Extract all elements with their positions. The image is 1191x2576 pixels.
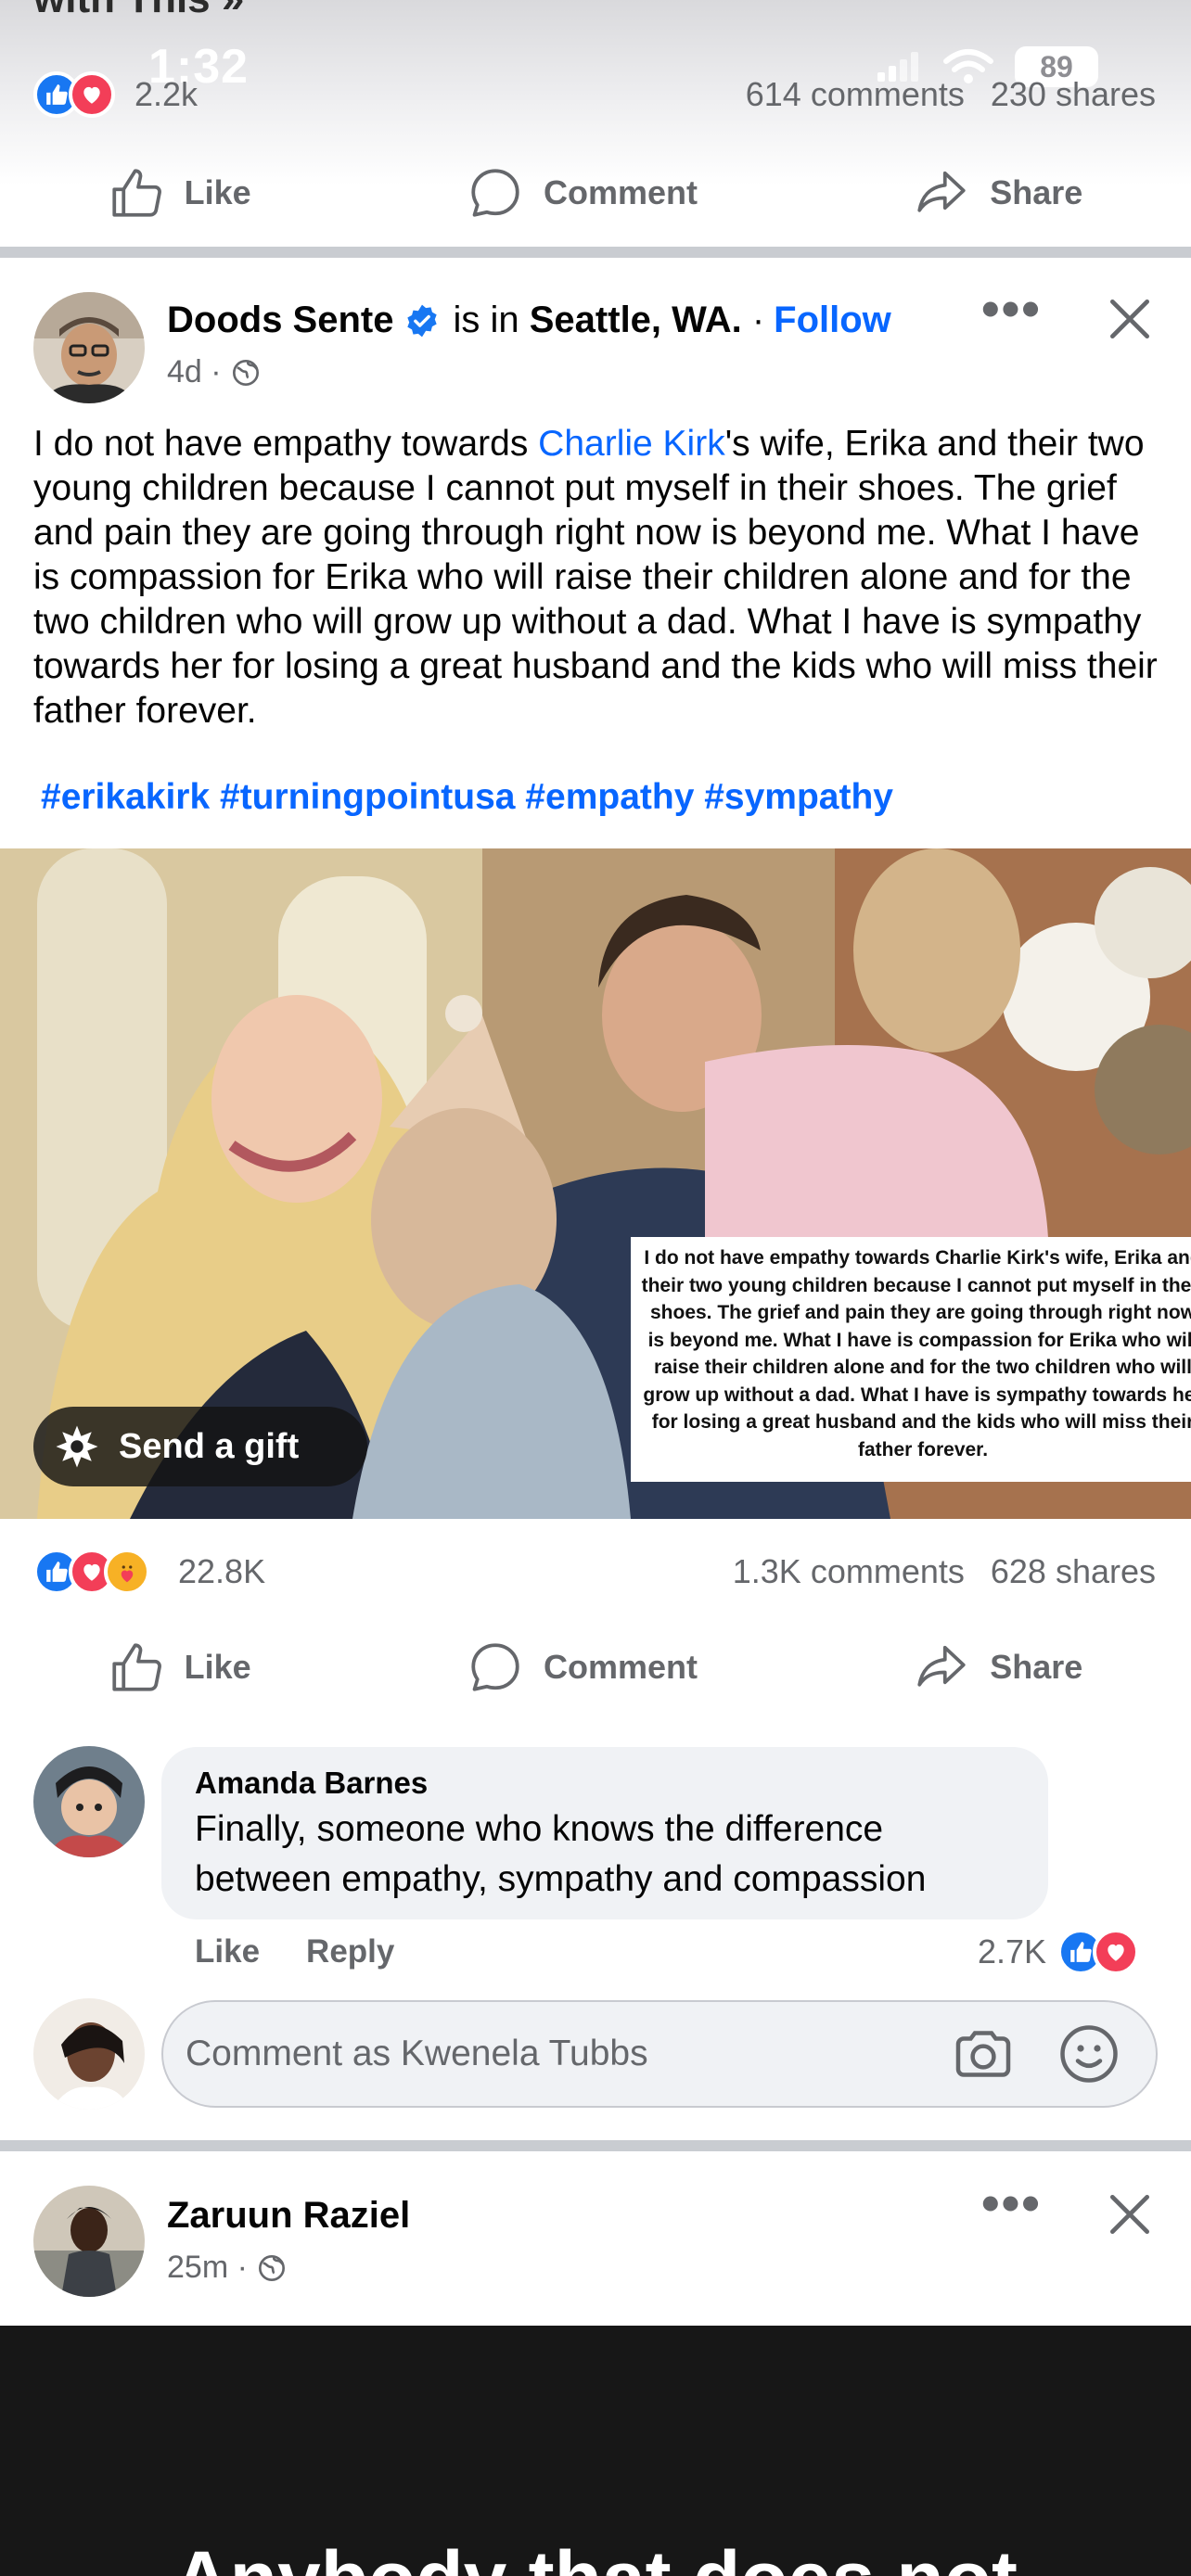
post-meta: 4d · bbox=[167, 354, 261, 390]
comment-text: Finally, someone who knows the differenc… bbox=[195, 1809, 927, 1899]
comments-count[interactable]: 1.3K comments bbox=[733, 1552, 965, 1591]
comment-label: Comment bbox=[543, 1648, 698, 1686]
post-stats: 22.8K 1.3K comments 628 shares bbox=[0, 1544, 1191, 1600]
author-name[interactable]: Doods Sente bbox=[167, 300, 393, 341]
commenter-avatar[interactable] bbox=[33, 1746, 145, 1857]
more-icon: ••• bbox=[981, 279, 1042, 338]
verified-badge-icon bbox=[407, 304, 438, 337]
share-button[interactable]: Share bbox=[914, 1639, 1082, 1695]
follow-button[interactable]: Follow bbox=[774, 300, 891, 341]
next-post-video[interactable]: Anybody that does not bbox=[0, 2326, 1191, 2576]
post-text-intro: I do not have empathy towards bbox=[33, 424, 539, 464]
post-separator bbox=[0, 247, 1191, 258]
comment-like-button[interactable]: Like bbox=[195, 1933, 260, 1970]
gift-icon bbox=[56, 1425, 98, 1468]
previous-post-title-fragment: with This » bbox=[33, 0, 244, 22]
globe-icon bbox=[232, 359, 259, 386]
share-icon bbox=[917, 171, 966, 212]
post-time[interactable]: 4d · bbox=[167, 354, 222, 390]
post-action-bar: Like Comment Share bbox=[0, 1623, 1191, 1712]
sticker-icon[interactable] bbox=[1056, 2021, 1122, 2087]
send-gift-label: Send a gift bbox=[119, 1426, 300, 1466]
post-text: I do not have empathy towards Charlie Ki… bbox=[33, 422, 1165, 733]
like-button[interactable]: Like bbox=[109, 1639, 251, 1695]
close-icon[interactable] bbox=[1104, 2188, 1156, 2240]
love-reaction-icon bbox=[69, 71, 115, 118]
comment-reply-button[interactable]: Reply bbox=[306, 1933, 394, 1970]
comment-reactions[interactable]: 2.7K bbox=[978, 1929, 1139, 1975]
shares-count[interactable]: 230 shares bbox=[991, 75, 1156, 114]
camera-icon[interactable] bbox=[950, 2021, 1017, 2087]
comment-icon bbox=[471, 169, 519, 217]
comment-icon bbox=[471, 1643, 519, 1691]
location-prefix: is in bbox=[453, 300, 519, 340]
comment-actions: Like Reply bbox=[195, 1933, 394, 1970]
love-reaction-icon bbox=[1093, 1929, 1139, 1975]
share-label: Share bbox=[990, 173, 1083, 211]
post-header-line: Doods Sente is in Seattle, WA. · Follow bbox=[167, 300, 891, 341]
video-caption: Anybody that does not bbox=[0, 2534, 1191, 2576]
reaction-icons[interactable] bbox=[33, 71, 115, 118]
reaction-count[interactable]: 2.2k bbox=[134, 75, 198, 114]
comment-button[interactable]: Comment bbox=[467, 1639, 698, 1695]
like-button[interactable]: Like bbox=[109, 165, 251, 221]
location-link[interactable]: Seattle, WA. bbox=[530, 300, 742, 341]
comments-count[interactable]: 614 comments bbox=[746, 75, 965, 114]
reaction-count[interactable]: 22.8K bbox=[178, 1552, 265, 1591]
comment-label: Comment bbox=[543, 173, 698, 211]
next-more-options-button[interactable]: ••• bbox=[981, 2173, 1042, 2233]
like-label: Like bbox=[184, 173, 251, 211]
next-post-time[interactable]: 25m · bbox=[167, 2250, 248, 2286]
post-separator bbox=[0, 2140, 1191, 2151]
share-icon bbox=[917, 1645, 966, 1687]
next-post-header: Zaruun Raziel bbox=[167, 2195, 410, 2237]
previous-post-action-bar: Like Comment Share bbox=[0, 148, 1191, 237]
photo-quote-overlay: I do not have empathy towards Charlie Ki… bbox=[631, 1237, 1191, 1482]
post-text-body: 's wife, Erika and their two young child… bbox=[33, 424, 1158, 731]
commenter-name[interactable]: Amanda Barnes bbox=[195, 1766, 1015, 1801]
next-author-avatar[interactable] bbox=[33, 2186, 145, 2297]
next-post-meta: 25m · bbox=[167, 2250, 287, 2286]
like-label: Like bbox=[184, 1648, 251, 1686]
more-icon: ••• bbox=[981, 2174, 1042, 2232]
next-author-name[interactable]: Zaruun Raziel bbox=[167, 2195, 410, 2237]
send-gift-button[interactable]: Send a gift bbox=[33, 1407, 367, 1486]
like-icon bbox=[112, 169, 161, 217]
more-options-button[interactable]: ••• bbox=[981, 278, 1042, 338]
share-button[interactable]: Share bbox=[914, 165, 1082, 221]
author-avatar[interactable] bbox=[33, 292, 145, 403]
care-reaction-icon bbox=[104, 1549, 150, 1595]
current-user-avatar[interactable] bbox=[33, 1998, 145, 2110]
header-separator: · bbox=[751, 300, 765, 340]
share-label: Share bbox=[990, 1648, 1083, 1686]
mention-link[interactable]: Charlie Kirk bbox=[538, 424, 725, 464]
hashtags[interactable]: #erikakirk #turningpointusa #empathy #sy… bbox=[41, 777, 893, 818]
previous-post-stats: 2.2k 614 comments 230 shares bbox=[0, 67, 1191, 122]
comment-input[interactable] bbox=[186, 2034, 909, 2074]
comment-button[interactable]: Comment bbox=[467, 165, 698, 221]
shares-count[interactable]: 628 shares bbox=[991, 1552, 1156, 1591]
comment-composer[interactable] bbox=[161, 2000, 1158, 2108]
comment-reaction-count: 2.7K bbox=[977, 1932, 1046, 1970]
globe-icon bbox=[258, 2254, 285, 2281]
comment-bubble[interactable]: Amanda Barnes Finally, someone who knows… bbox=[161, 1747, 1048, 1919]
reaction-icons[interactable] bbox=[33, 1549, 150, 1595]
close-icon[interactable] bbox=[1104, 293, 1156, 345]
like-icon bbox=[112, 1643, 161, 1691]
